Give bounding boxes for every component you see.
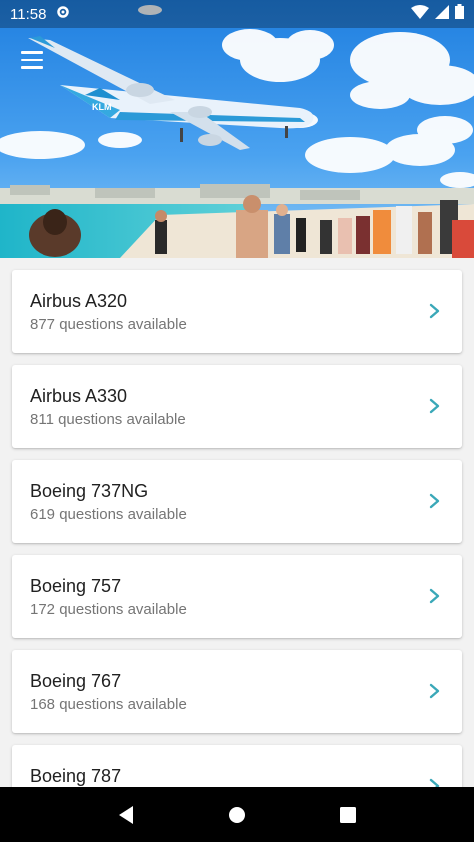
back-icon[interactable] xyxy=(106,795,146,835)
chevron-right-icon xyxy=(429,683,440,699)
question-count: 877 questions available xyxy=(30,316,187,333)
aircraft-card-757[interactable]: Boeing 757 172 questions available xyxy=(12,555,462,638)
aircraft-card-a320[interactable]: Airbus A320 877 questions available xyxy=(12,270,462,353)
aircraft-card-767[interactable]: Boeing 767 168 questions available xyxy=(12,650,462,733)
status-time: 11:58 xyxy=(10,5,47,23)
chevron-right-icon xyxy=(429,588,440,604)
menu-line xyxy=(21,51,43,54)
question-count: 619 questions available xyxy=(30,506,187,523)
settings-gear-icon xyxy=(56,5,70,23)
aircraft-name: Airbus A330 xyxy=(30,386,128,406)
svg-text:KLM: KLM xyxy=(92,102,112,112)
wifi-icon xyxy=(411,4,429,24)
aircraft-card-a330[interactable]: Airbus A330 811 questions available xyxy=(12,365,462,448)
aircraft-name: Boeing 767 xyxy=(30,671,122,691)
chevron-right-icon xyxy=(429,778,440,787)
question-count: 172 questions available xyxy=(30,601,187,618)
aircraft-name: Airbus A320 xyxy=(30,291,128,311)
menu-line xyxy=(21,66,43,69)
aircraft-card-737ng[interactable]: Boeing 737NG 619 questions available xyxy=(12,460,462,543)
chevron-right-icon xyxy=(429,493,440,509)
aircraft-name: Boeing 787 xyxy=(30,766,122,786)
app-screen: KLM 11:58 Airbus A320 877 questions avai… xyxy=(0,0,474,842)
aircraft-list: Airbus A320 877 questions available Airb… xyxy=(0,258,474,787)
status-bar: 11:58 xyxy=(0,0,474,28)
question-count: 811 questions available xyxy=(30,411,186,428)
chevron-right-icon xyxy=(429,303,440,319)
cell-signal-icon xyxy=(435,4,449,24)
menu-line xyxy=(21,58,43,62)
home-icon[interactable] xyxy=(217,795,257,835)
battery-icon xyxy=(455,4,464,24)
question-count: 168 questions available xyxy=(30,696,187,713)
hamburger-menu-icon[interactable] xyxy=(14,46,50,74)
aircraft-card-787[interactable]: Boeing 787 xyxy=(12,745,462,787)
header-image: KLM xyxy=(0,0,474,258)
system-navigation-bar xyxy=(0,787,474,842)
klm-plane-beach-illustration: KLM xyxy=(0,0,474,258)
chevron-right-icon xyxy=(429,398,440,414)
aircraft-name: Boeing 757 xyxy=(30,576,122,596)
aircraft-name: Boeing 737NG xyxy=(30,481,149,501)
recents-icon[interactable] xyxy=(328,795,368,835)
